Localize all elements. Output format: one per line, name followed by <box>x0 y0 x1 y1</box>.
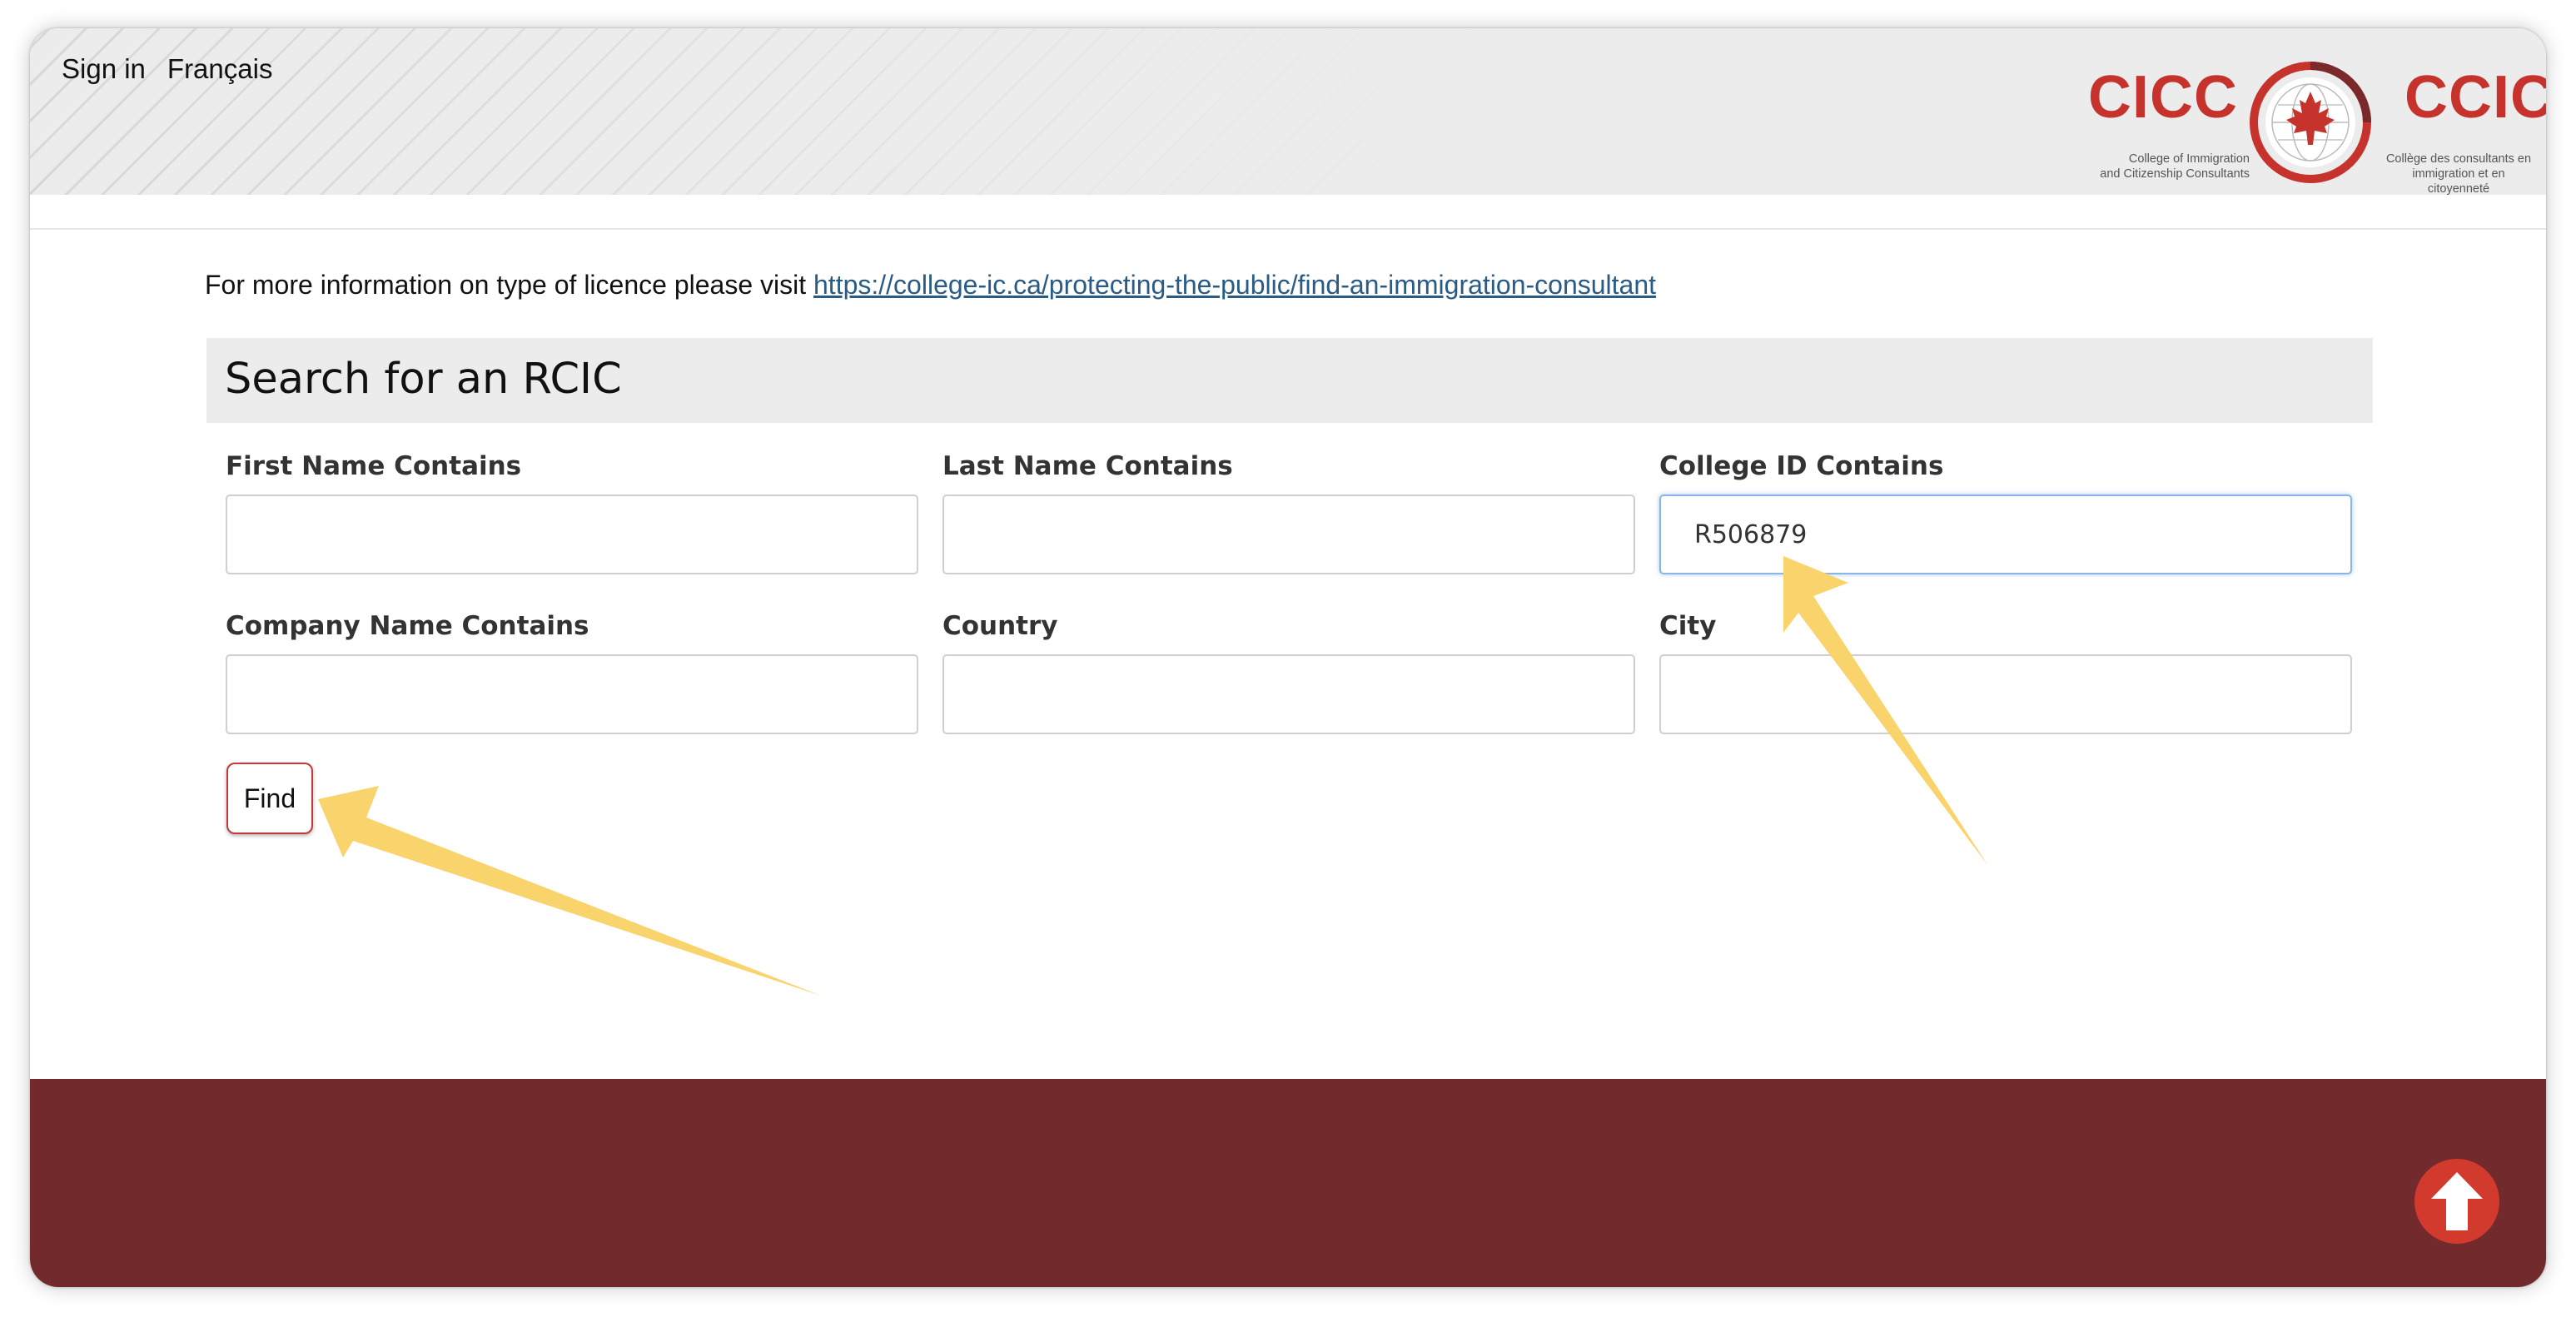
first-name-input[interactable] <box>226 494 918 574</box>
first-name-label: First Name Contains <box>226 451 522 481</box>
logo-subtitle-en: College of Immigration and Citizenship C… <box>2100 152 2250 181</box>
scroll-to-top-button[interactable] <box>2414 1159 2499 1244</box>
search-panel-header: Search for an RCIC <box>206 338 2373 423</box>
city-input[interactable] <box>1659 654 2352 734</box>
last-name-input[interactable] <box>942 494 1635 574</box>
licence-info: For more information on type of licence … <box>205 270 1656 301</box>
page-title: Search for an RCIC <box>225 355 622 404</box>
language-link[interactable]: Français <box>167 53 273 85</box>
top-links: Sign in Français <box>62 53 272 85</box>
country-label: Country <box>942 611 1058 641</box>
cicc-logo[interactable]: CICC College of Immigration and Citizens… <box>2080 45 2546 200</box>
licence-info-text: For more information on type of licence … <box>205 270 813 300</box>
company-name-label: Company Name Contains <box>226 611 589 641</box>
country-input[interactable] <box>942 654 1635 734</box>
logo-word-fr: CCIC <box>2404 64 2546 131</box>
company-name-input[interactable] <box>226 654 918 734</box>
college-id-label: College ID Contains <box>1659 451 1944 481</box>
college-id-input[interactable] <box>1659 494 2352 574</box>
arrow-up-icon <box>2431 1172 2483 1230</box>
maple-leaf-globe-icon <box>2250 62 2371 183</box>
header-divider <box>30 228 2546 230</box>
browser-window: Sign in Français CICC College of Immigra… <box>30 28 2546 1287</box>
find-button[interactable]: Find <box>226 763 313 834</box>
logo-word-en: CICC <box>2088 64 2238 131</box>
last-name-label: Last Name Contains <box>942 451 1233 481</box>
find-consultant-link[interactable]: https://college-ic.ca/protecting-the-pub… <box>813 270 1656 300</box>
footer <box>30 1079 2546 1287</box>
logo-subtitle-fr: Collège des consultants en immigration e… <box>2385 152 2532 196</box>
city-label: City <box>1659 611 1717 641</box>
sign-in-link[interactable]: Sign in <box>62 53 146 85</box>
